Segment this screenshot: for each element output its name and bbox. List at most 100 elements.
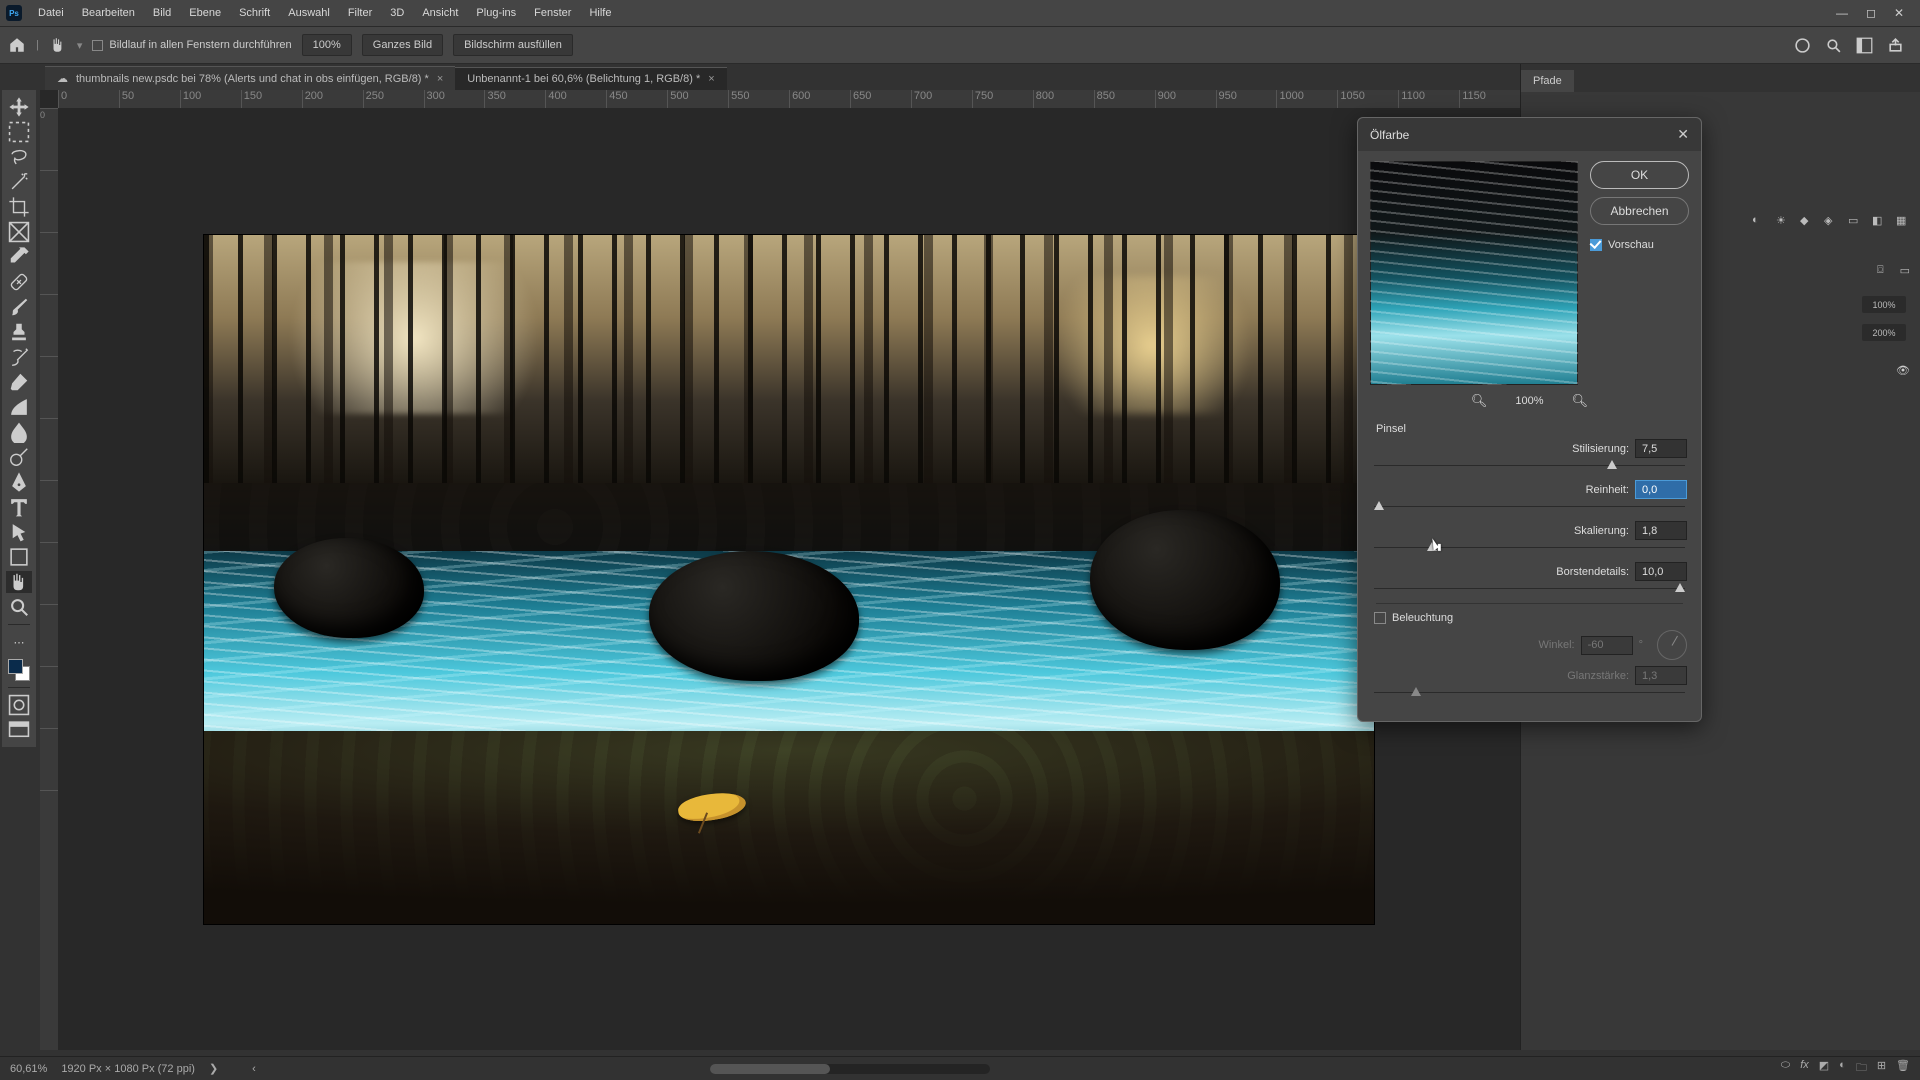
- crop-tool-icon[interactable]: [6, 196, 32, 218]
- cancel-button[interactable]: Abbrechen: [1590, 197, 1689, 225]
- menu-item[interactable]: 3D: [382, 4, 412, 22]
- lighting-checkbox[interactable]: Beleuchtung: [1374, 612, 1687, 624]
- dialog-close-icon[interactable]: ✕: [1677, 126, 1689, 143]
- fx-icon[interactable]: fx: [1800, 1059, 1809, 1078]
- fill-screen-button[interactable]: Bildschirm ausfüllen: [453, 34, 573, 56]
- visibility-eye-icon[interactable]: 👁: [1896, 364, 1910, 377]
- scroll-all-windows-checkbox[interactable]: Bildlauf in allen Fenstern durchführen: [92, 39, 291, 51]
- path-select-tool-icon[interactable]: [6, 521, 32, 543]
- cleanliness-input[interactable]: 0,0: [1635, 480, 1687, 499]
- close-tab-icon[interactable]: ×: [708, 73, 714, 85]
- chevron-right-icon[interactable]: ❯: [209, 1062, 218, 1075]
- horizontal-scrollbar[interactable]: [710, 1064, 990, 1074]
- panel-tab-paths[interactable]: Pfade: [1521, 70, 1574, 92]
- cloud-account-icon[interactable]: [1794, 37, 1811, 54]
- blur-tool-icon[interactable]: [6, 421, 32, 443]
- marquee-tool-icon[interactable]: [6, 121, 32, 143]
- quickmask-icon[interactable]: [6, 694, 32, 716]
- preview-checkbox[interactable]: Vorschau: [1590, 239, 1689, 251]
- status-icon[interactable]: ⬭: [1781, 1059, 1790, 1078]
- move-tool-icon[interactable]: [6, 96, 32, 118]
- ok-button[interactable]: OK: [1590, 161, 1689, 189]
- mask-icon[interactable]: ◩: [1819, 1059, 1829, 1078]
- hand-tool-icon[interactable]: [49, 36, 67, 54]
- zoom-out-icon[interactable]: 🔍︎: [1471, 393, 1488, 409]
- bristle-slider[interactable]: [1374, 583, 1685, 595]
- lasso-tool-icon[interactable]: [6, 146, 32, 168]
- dodge-tool-icon[interactable]: [6, 446, 32, 468]
- cleanliness-slider[interactable]: [1374, 501, 1685, 513]
- adj-icon[interactable]: ◈: [1824, 214, 1838, 228]
- color-swatch[interactable]: [8, 659, 30, 681]
- home-icon[interactable]: [8, 36, 26, 54]
- group-icon[interactable]: 🗀: [1856, 1059, 1867, 1078]
- menu-item[interactable]: Bild: [145, 4, 179, 22]
- fit-screen-button[interactable]: Ganzes Bild: [362, 34, 443, 56]
- fill-value[interactable]: 200%: [1862, 324, 1906, 341]
- menu-item[interactable]: Bearbeiten: [74, 4, 143, 22]
- link-icon[interactable]: ⌼: [1877, 264, 1884, 277]
- workspace-icon[interactable]: [1856, 37, 1873, 54]
- status-docinfo[interactable]: 1920 Px × 1080 Px (72 ppi): [61, 1063, 195, 1075]
- edit-toolbar-icon[interactable]: ⋯: [6, 631, 32, 653]
- stylization-input[interactable]: 7,5: [1635, 439, 1687, 458]
- eyedropper-tool-icon[interactable]: [6, 246, 32, 268]
- document-tab[interactable]: ☁ thumbnails new.psdc bei 78% (Alerts un…: [45, 66, 455, 90]
- brush-tool-icon[interactable]: [6, 296, 32, 318]
- heal-tool-icon[interactable]: [6, 271, 32, 293]
- zoom-100-button[interactable]: 100%: [302, 34, 352, 56]
- adj-icon[interactable]: ◆: [1800, 214, 1814, 228]
- shine-slider: [1374, 687, 1685, 699]
- adj-icon[interactable]: ◧: [1872, 214, 1886, 228]
- frame-tool-icon[interactable]: [6, 221, 32, 243]
- stylization-slider[interactable]: [1374, 460, 1685, 472]
- scale-slider[interactable]: [1374, 542, 1685, 554]
- status-zoom[interactable]: 60,61%: [10, 1063, 47, 1075]
- menu-item[interactable]: Ansicht: [414, 4, 466, 22]
- window-minimize-icon[interactable]: —: [1836, 6, 1848, 20]
- opacity-value[interactable]: 100%: [1862, 296, 1906, 313]
- menu-item[interactable]: Fenster: [526, 4, 579, 22]
- close-tab-icon[interactable]: ×: [437, 73, 443, 85]
- type-tool-icon[interactable]: [6, 496, 32, 518]
- window-close-icon[interactable]: ✕: [1894, 6, 1904, 20]
- ruler-vertical[interactable]: 0: [40, 108, 58, 1050]
- scale-input[interactable]: 1,8: [1635, 521, 1687, 540]
- adj-icon[interactable]: ◐: [1752, 214, 1766, 228]
- bristle-input[interactable]: 10,0: [1635, 562, 1687, 581]
- trash-icon[interactable]: 🗑: [1896, 1059, 1910, 1078]
- angle-dial: [1657, 630, 1687, 660]
- window-maximize-icon[interactable]: ◻: [1866, 6, 1876, 20]
- menu-item[interactable]: Auswahl: [280, 4, 338, 22]
- mask-icon[interactable]: ▭: [1900, 264, 1910, 277]
- canvas-viewport[interactable]: [58, 108, 1520, 1050]
- new-icon[interactable]: ⊞: [1877, 1059, 1886, 1078]
- zoom-tool-icon[interactable]: [6, 596, 32, 618]
- adjustment-icon[interactable]: ◐: [1839, 1059, 1846, 1078]
- document-tab[interactable]: Unbenannt-1 bei 60,6% (Belichtung 1, RGB…: [455, 67, 726, 90]
- chevron-left-icon[interactable]: ‹: [252, 1063, 256, 1075]
- gradient-tool-icon[interactable]: [6, 396, 32, 418]
- pen-tool-icon[interactable]: [6, 471, 32, 493]
- screenmode-icon[interactable]: [6, 719, 32, 741]
- stamp-tool-icon[interactable]: [6, 321, 32, 343]
- search-icon[interactable]: [1825, 37, 1842, 54]
- dialog-preview[interactable]: [1370, 161, 1578, 385]
- history-brush-tool-icon[interactable]: [6, 346, 32, 368]
- menu-item[interactable]: Filter: [340, 4, 380, 22]
- ruler-horizontal[interactable]: 0501001502002503003504004505005506006507…: [58, 90, 1520, 108]
- adj-icon[interactable]: ▭: [1848, 214, 1862, 228]
- wand-tool-icon[interactable]: [6, 171, 32, 193]
- eraser-tool-icon[interactable]: [6, 371, 32, 393]
- adj-icon[interactable]: ▦: [1896, 214, 1910, 228]
- menu-item[interactable]: Schrift: [231, 4, 278, 22]
- menu-item[interactable]: Datei: [30, 4, 72, 22]
- adj-icon[interactable]: ☀: [1776, 214, 1790, 228]
- menu-item[interactable]: Plug-ins: [468, 4, 524, 22]
- share-icon[interactable]: [1887, 37, 1904, 54]
- shape-tool-icon[interactable]: [6, 546, 32, 568]
- menu-item[interactable]: Ebene: [181, 4, 229, 22]
- zoom-in-icon[interactable]: 🔍︎: [1572, 393, 1589, 409]
- hand-tool-icon[interactable]: [6, 571, 32, 593]
- menu-item[interactable]: Hilfe: [581, 4, 619, 22]
